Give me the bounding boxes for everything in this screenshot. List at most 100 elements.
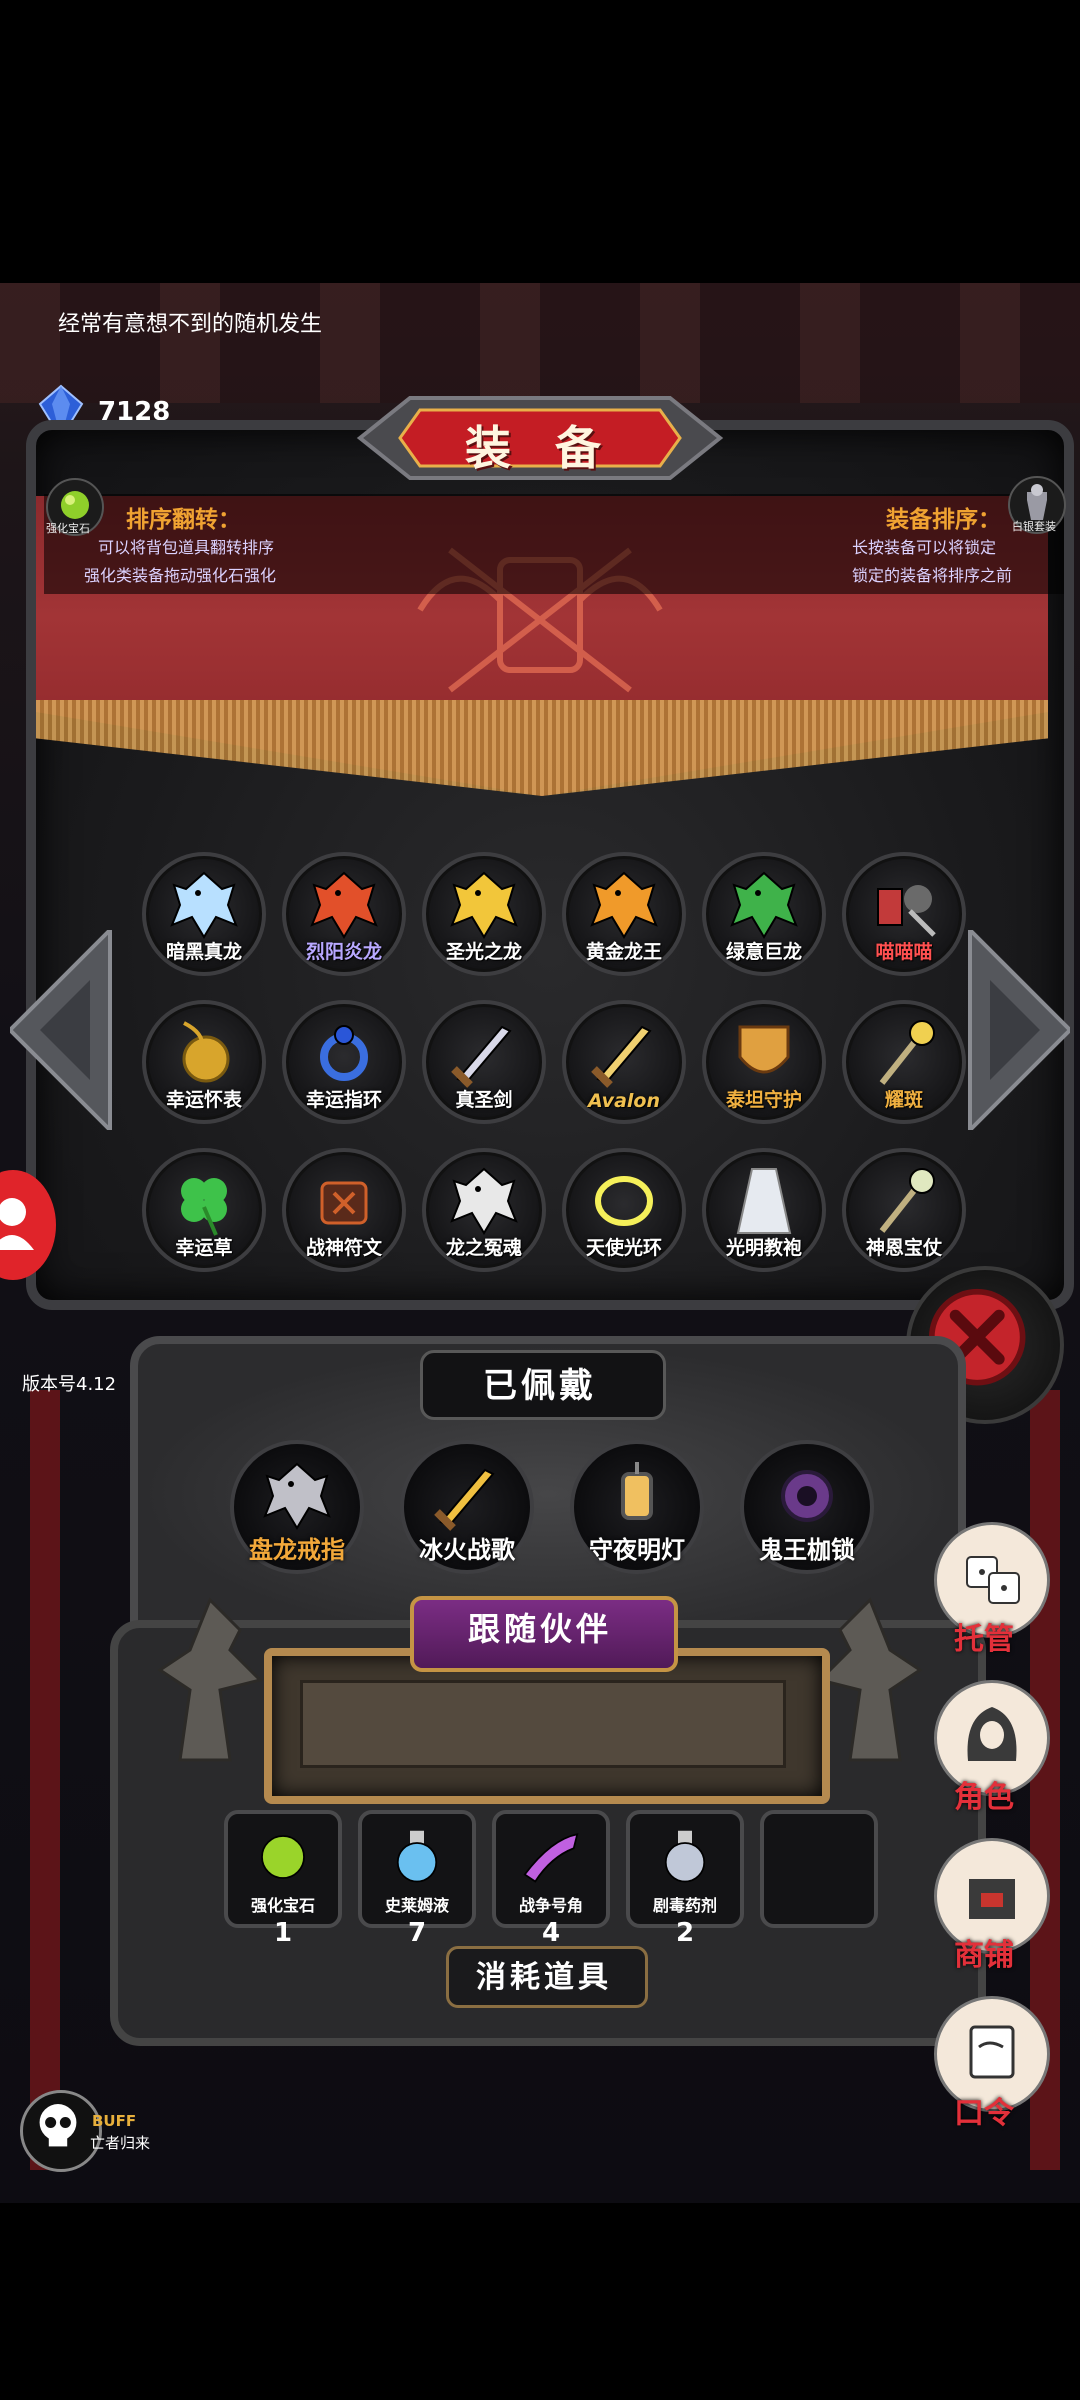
pocket-watch-icon — [182, 1021, 230, 1083]
equipment-slot[interactable]: 龙之冤魂 — [422, 1148, 546, 1272]
consumable-slot[interactable]: 剧毒药剂 2 — [626, 1810, 744, 1948]
equipment-slot[interactable]: 圣光之龙 — [422, 852, 546, 976]
gold-dragon-icon — [590, 871, 658, 939]
ice-dragon-icon — [170, 871, 238, 939]
consumable-name: 战争号角 — [518, 1896, 583, 1915]
war-horn-icon — [523, 1833, 579, 1883]
equip-sort-title: 装备排序： — [886, 507, 1001, 533]
flare-mace-icon — [879, 1020, 935, 1085]
page-title: 装 备 — [464, 421, 615, 475]
sort-flip-line1: 可以将背包道具翻转排序 — [98, 538, 275, 557]
equipment-slot[interactable]: 神恩宝仗 — [842, 1148, 966, 1272]
holy-dragon-icon — [450, 871, 518, 939]
equipment-label: 龙之冤魂 — [445, 1237, 522, 1259]
consumable-count: 1 — [273, 1918, 293, 1948]
next-page-arrow[interactable] — [960, 930, 1070, 1130]
menu-label-1: 角色 — [954, 1780, 1014, 1815]
menu-label-0: 托管 — [954, 1622, 1014, 1657]
lantern-icon — [621, 1462, 653, 1520]
consumables-title: 消耗道具 — [476, 1960, 612, 1995]
equipment-slot[interactable]: 幸运草 — [142, 1148, 266, 1272]
equipment-slot[interactable]: 耀斑 — [842, 1000, 966, 1124]
prev-page-arrow[interactable] — [10, 930, 120, 1130]
worn-title: 已佩戴 — [483, 1366, 597, 1406]
consumable-count: 2 — [675, 1918, 695, 1948]
poison-potion-icon — [664, 1830, 706, 1883]
titan-shield-icon — [738, 1025, 790, 1074]
consumable-slot[interactable]: 强化宝石 1 — [224, 1810, 342, 1948]
consumable-slot[interactable]: 史莱姆液 7 — [358, 1810, 476, 1948]
equip-sort-line1: 长按装备可以将锁定 — [852, 538, 997, 557]
equipment-label: 幸运怀表 — [165, 1089, 242, 1111]
worn-item-slot[interactable]: 鬼王枷锁 — [740, 1440, 874, 1574]
equipment-slot[interactable]: 绿意巨龙 — [702, 852, 826, 976]
equipment-slot[interactable]: 真圣剑 — [422, 1000, 546, 1124]
consumable-slot-empty[interactable] — [760, 1810, 878, 1928]
equipment-label: 暗黑真龙 — [165, 941, 242, 963]
worn-item-label: 盘龙戒指 — [249, 1536, 345, 1564]
equipment-label: 战神符文 — [305, 1237, 382, 1259]
left-border — [30, 1390, 60, 2170]
hooded-character-icon — [967, 1707, 1017, 1761]
ice-fire-sword-icon — [434, 1468, 495, 1531]
consumable-name: 强化宝石 — [250, 1896, 315, 1915]
skull-icon — [39, 2104, 77, 2147]
equipment-label: 耀斑 — [884, 1089, 923, 1111]
partner-slot[interactable] — [300, 1680, 786, 1768]
worn-item-label: 守夜明灯 — [589, 1536, 685, 1564]
dice-icon — [966, 1556, 1020, 1604]
equipment-label: 黄金龙王 — [585, 941, 662, 963]
equipment-label: 泰坦守护 — [725, 1089, 802, 1111]
equipment-slot[interactable]: Avalon — [562, 1000, 686, 1124]
avalon-sheath-icon — [591, 1025, 652, 1088]
scroll-icon — [969, 2025, 1015, 2079]
worn-item-slot[interactable]: 冰火战歌 — [400, 1440, 534, 1574]
sort-flip-title: 排序翻转： — [126, 507, 241, 533]
buff-title: BUFF — [92, 2112, 137, 2130]
buff-subtitle: 亡者归来 — [90, 2134, 151, 2152]
buff-button[interactable] — [20, 2090, 102, 2172]
user-icon — [0, 1198, 34, 1250]
worn-item-slot[interactable]: 盘龙戒指 — [230, 1440, 364, 1574]
ring-icon — [320, 1025, 368, 1081]
equipment-label: 烈阳炎龙 — [305, 941, 382, 963]
equipment-label: 幸运指环 — [305, 1089, 382, 1111]
equipment-slot[interactable]: 幸运怀表 — [142, 1000, 266, 1124]
green-dragon-icon — [730, 871, 798, 939]
sort-flip-line2: 强化类装备拖动强化石强化 — [84, 566, 277, 585]
worn-item-slot[interactable]: 守夜明灯 — [570, 1440, 704, 1574]
dragon-wraith-icon — [450, 1167, 518, 1235]
equipment-slot[interactable]: 光明教袍 — [702, 1148, 826, 1272]
equipment-slot[interactable]: 天使光环 — [562, 1148, 686, 1272]
equipment-slot[interactable]: 幸运指环 — [282, 1000, 406, 1124]
equipment-slot[interactable]: 烈阳炎龙 — [282, 852, 406, 976]
equipment-slot[interactable]: 战神符文 — [282, 1148, 406, 1272]
equipment-label: 绿意巨龙 — [725, 941, 802, 963]
equip-sort-caption: 白银套装 — [1012, 520, 1056, 533]
menu-label-2: 商铺 — [954, 1938, 1014, 1973]
equipment-label: Avalon — [588, 1090, 660, 1112]
fire-dragon-icon — [310, 871, 378, 939]
equip-sort-line2: 锁定的装备将排序之前 — [852, 566, 1013, 585]
equipment-label: 天使光环 — [585, 1237, 662, 1259]
equipment-label: 真圣剑 — [455, 1089, 513, 1111]
slime-potion-icon — [396, 1830, 438, 1883]
rune-icon — [320, 1181, 368, 1225]
equipment-slot[interactable]: 暗黑真龙 — [142, 852, 266, 976]
ghost-chain-icon — [781, 1470, 833, 1522]
equipment-slot[interactable]: 泰坦守护 — [702, 1000, 826, 1124]
consumable-count: 7 — [407, 1918, 427, 1948]
random-event-tip: 经常有意想不到的随机发生 — [58, 312, 323, 337]
dragon-ring-icon — [263, 1462, 331, 1530]
equipment-slot[interactable]: 喵喵喵 — [842, 852, 966, 976]
holy-staff-icon — [879, 1168, 935, 1233]
consumable-count: 4 — [541, 1918, 561, 1948]
equipment-slot[interactable]: 黄金龙王 — [562, 852, 686, 976]
enhance-gem-icon — [261, 1835, 305, 1879]
worn-item-label: 冰火战歌 — [419, 1536, 515, 1564]
robe-icon — [736, 1168, 792, 1234]
partner-title: 跟随伙伴 — [467, 1610, 612, 1648]
side-avatar-button[interactable] — [0, 1170, 56, 1280]
equipment-label: 喵喵喵 — [875, 941, 933, 963]
consumable-slot[interactable]: 战争号角 4 — [492, 1810, 610, 1948]
